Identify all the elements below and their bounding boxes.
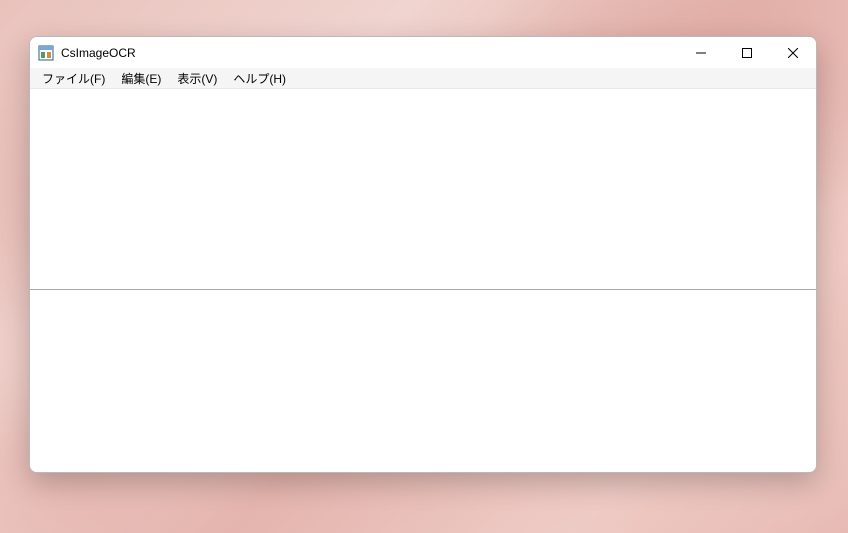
app-icon xyxy=(38,45,54,61)
desktop-background: CsImageOCR ファイル(F) 編集(E) 表示(V) ヘルプ(H) xyxy=(0,0,848,533)
menu-edit-label: 編集(E) xyxy=(121,70,161,87)
client-area xyxy=(30,89,816,472)
menu-file[interactable]: ファイル(F) xyxy=(34,68,113,88)
maximize-button[interactable] xyxy=(724,37,770,68)
image-panel[interactable] xyxy=(30,89,816,289)
menubar: ファイル(F) 編集(E) 表示(V) ヘルプ(H) xyxy=(30,68,816,89)
app-window: CsImageOCR ファイル(F) 編集(E) 表示(V) ヘルプ(H) xyxy=(29,36,817,473)
menu-help-label: ヘルプ(H) xyxy=(233,70,286,87)
title-left: CsImageOCR xyxy=(38,45,136,61)
window-title: CsImageOCR xyxy=(61,46,136,60)
minimize-button[interactable] xyxy=(678,37,724,68)
menu-view-label: 表示(V) xyxy=(177,70,217,87)
close-button[interactable] xyxy=(770,37,816,68)
text-panel[interactable] xyxy=(30,290,816,472)
window-controls xyxy=(678,37,816,68)
menu-edit[interactable]: 編集(E) xyxy=(113,68,169,88)
menu-file-label: ファイル(F) xyxy=(42,70,105,87)
menu-view[interactable]: 表示(V) xyxy=(169,68,225,88)
titlebar[interactable]: CsImageOCR xyxy=(30,37,816,68)
menu-help[interactable]: ヘルプ(H) xyxy=(225,68,294,88)
